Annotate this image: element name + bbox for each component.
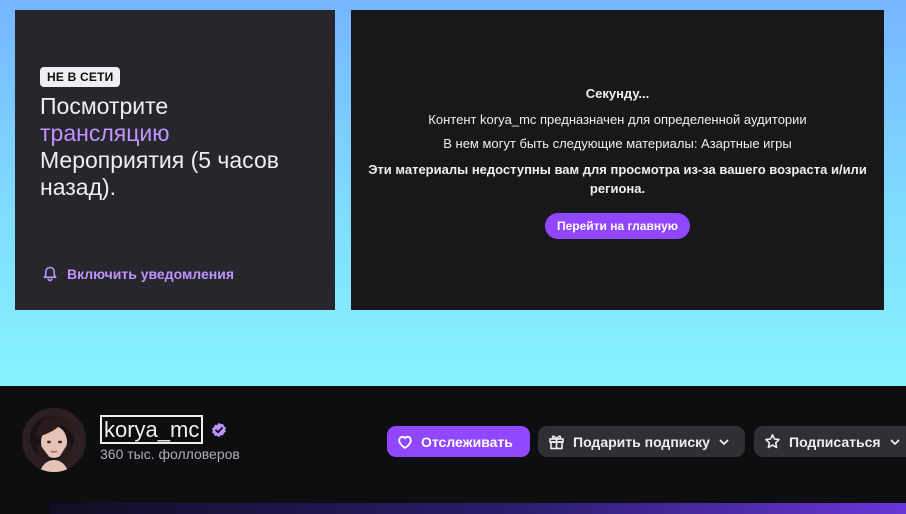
content-classification-gate: Секунду... Контент korya_mc предназначен… bbox=[351, 10, 884, 310]
panel-banner-strip bbox=[50, 503, 906, 514]
gate-audience-text: Контент korya_mc предназначен для опреде… bbox=[428, 112, 807, 127]
follow-button[interactable]: Отслеживать bbox=[387, 426, 530, 457]
subscribe-button[interactable]: Подписаться bbox=[754, 426, 906, 457]
go-home-button[interactable]: Перейти на главную bbox=[544, 213, 691, 239]
offline-text-before: Посмотрите bbox=[40, 93, 169, 119]
offline-badge: НЕ В СЕТИ bbox=[40, 67, 121, 87]
broadcast-link[interactable]: трансляцию bbox=[40, 120, 310, 147]
follower-count: 360 тыс. фолловеров bbox=[100, 446, 240, 462]
channel-info-bar: korya_mc 360 тыс. фолловеров Отслеживать… bbox=[0, 386, 906, 514]
channel-name[interactable]: korya_mc bbox=[100, 415, 204, 444]
chevron-down-icon bbox=[890, 439, 899, 445]
offline-card: НЕ В СЕТИ Посмотрите трансляцию Мероприя… bbox=[15, 10, 335, 310]
heart-icon bbox=[398, 435, 412, 449]
chevron-down-icon bbox=[719, 439, 729, 445]
offline-text-after: Мероприятия (5 часов назад). bbox=[40, 147, 279, 200]
follow-label: Отслеживать bbox=[421, 433, 513, 450]
gift-sub-button[interactable]: Подарить подписку bbox=[538, 426, 745, 457]
channel-avatar[interactable] bbox=[22, 408, 86, 472]
gate-title: Секунду... bbox=[585, 86, 650, 101]
enable-notifications-label: Включить уведомления bbox=[67, 266, 235, 282]
gate-materials-text: В нем могут быть следующие материалы: Аз… bbox=[443, 136, 792, 151]
subscribe-label: Подписаться bbox=[789, 433, 881, 450]
gate-restriction-warning: Эти материалы недоступны вам для просмот… bbox=[368, 162, 867, 196]
star-icon bbox=[765, 434, 780, 449]
offline-message: Посмотрите трансляцию Мероприятия (5 час… bbox=[40, 93, 310, 201]
avatar-image bbox=[22, 408, 86, 472]
enable-notifications-button[interactable]: Включить уведомления bbox=[42, 266, 234, 282]
gift-icon bbox=[549, 435, 564, 450]
verified-badge-icon bbox=[212, 422, 227, 437]
stream-player-area: НЕ В СЕТИ Посмотрите трансляцию Мероприя… bbox=[0, 0, 906, 386]
bell-icon bbox=[43, 266, 57, 282]
channel-name-row: korya_mc bbox=[100, 415, 227, 444]
gift-sub-label: Подарить подписку bbox=[573, 433, 710, 450]
